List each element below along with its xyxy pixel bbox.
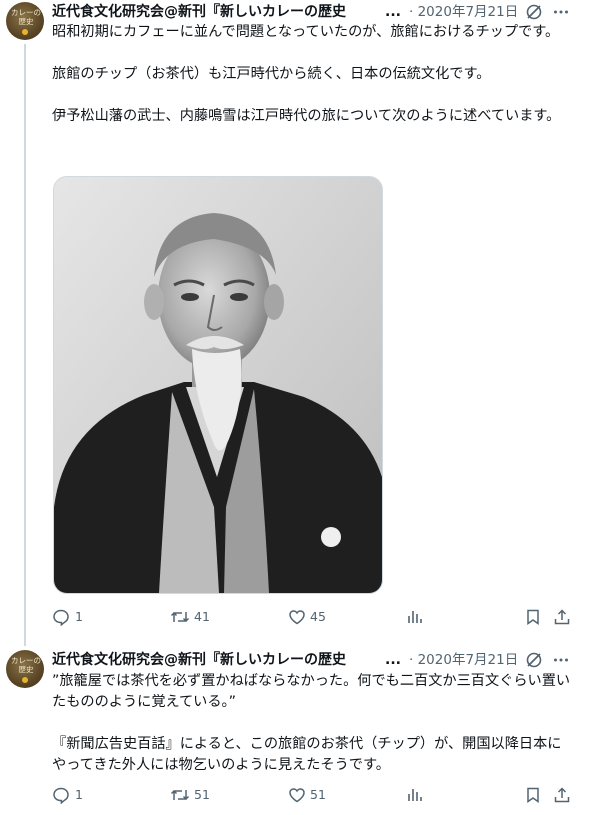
bookmark-button[interactable]	[524, 785, 544, 805]
reply-icon	[53, 787, 69, 804]
bookmark-icon	[527, 787, 539, 803]
tweet-date[interactable]: · 2020年7月21日	[409, 2, 518, 22]
portrait-photo[interactable]	[53, 176, 383, 594]
like-count: 45	[310, 609, 326, 624]
reply-count: 1	[75, 609, 83, 624]
retweet-count: 41	[194, 609, 210, 624]
bookmark-icon	[527, 609, 539, 625]
share-icon	[554, 609, 570, 625]
avatar[interactable]: カレーの歴史	[6, 2, 44, 40]
views-button[interactable]	[406, 607, 426, 627]
like-button[interactable]: 45	[288, 607, 348, 627]
retweet-button[interactable]: 41	[170, 607, 230, 627]
share-icon	[554, 787, 570, 803]
views-icon	[408, 611, 422, 623]
author-name[interactable]: 近代食文化研究会@新刊『新しいカレーの歴史	[52, 2, 367, 22]
share-button[interactable]	[553, 607, 573, 627]
like-button[interactable]: 51	[288, 785, 348, 805]
tweet-date[interactable]: · 2020年7月21日	[409, 650, 518, 670]
name-truncation: ...	[385, 4, 401, 20]
retweet-icon	[170, 612, 190, 622]
share-button[interactable]	[553, 785, 573, 805]
bookmark-button[interactable]	[524, 607, 544, 627]
reply-icon	[53, 609, 69, 626]
tweet-actions: 1 51 51	[52, 785, 574, 805]
tweet-actions: 1 41 45	[52, 607, 574, 627]
avatar-mark	[22, 29, 28, 35]
reply-count: 1	[75, 787, 83, 802]
grok-icon[interactable]	[525, 3, 543, 21]
name-truncation: ...	[385, 652, 401, 668]
avatar-mark	[22, 677, 28, 683]
tweet-header: 近代食文化研究会@新刊『新しいカレーの歴史 ... · 2020年7月21日	[52, 2, 600, 22]
retweet-count: 51	[194, 787, 210, 802]
portrait-image	[54, 177, 382, 593]
more-icon[interactable]	[552, 3, 570, 21]
tweet-text: 昭和初期にカフェーに並んで問題となっていたのが、旅館におけるチップです。 旅館の…	[52, 24, 561, 124]
thread-connector-line	[24, 44, 26, 646]
views-button[interactable]	[406, 785, 426, 805]
retweet-button[interactable]: 51	[170, 785, 230, 805]
author-name[interactable]: 近代食文化研究会@新刊『新しいカレーの歴史	[52, 650, 367, 670]
views-icon	[408, 789, 422, 801]
tweet-header: 近代食文化研究会@新刊『新しいカレーの歴史 ... · 2020年7月21日	[52, 650, 600, 670]
reply-button[interactable]: 1	[52, 607, 112, 627]
grok-icon[interactable]	[525, 651, 543, 669]
like-icon	[289, 788, 305, 803]
avatar-label: カレーの歴史	[11, 8, 41, 26]
retweet-icon	[170, 790, 190, 800]
reply-button[interactable]: 1	[52, 785, 112, 805]
tweet-text: ”旅籠屋では茶代を必ず置かねばならなかった。何でも二百文か三百文ぐらい置いたもの…	[52, 673, 571, 773]
like-count: 51	[310, 787, 326, 802]
more-icon[interactable]	[552, 651, 570, 669]
like-icon	[289, 610, 305, 625]
avatar[interactable]: カレーの歴史	[6, 650, 44, 688]
avatar-label: カレーの歴史	[11, 656, 41, 674]
